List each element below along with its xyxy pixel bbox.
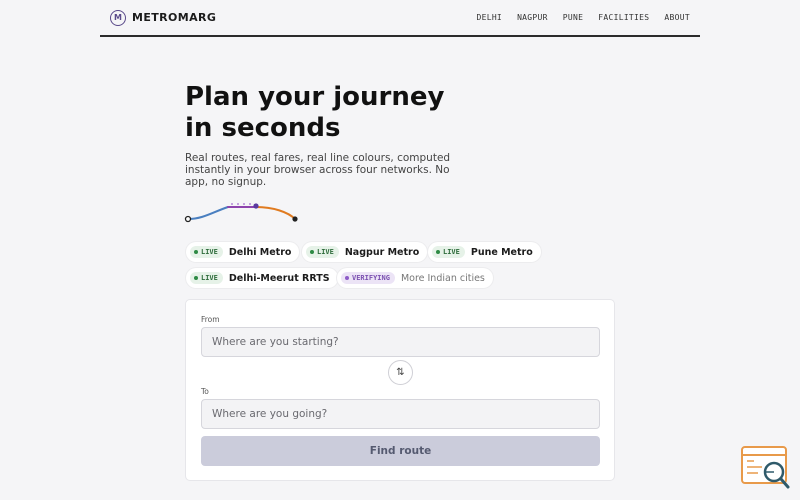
brand-name: METROMARG xyxy=(132,11,217,24)
search-window-icon[interactable] xyxy=(740,445,792,490)
network-chip-more-cities[interactable]: VERIFYING More Indian cities xyxy=(337,268,493,288)
hero-subtitle: Real routes, real fares, real line colou… xyxy=(185,152,451,188)
route-line-illustration xyxy=(184,203,298,223)
from-input[interactable] xyxy=(201,327,600,357)
find-route-button[interactable]: Find route xyxy=(201,436,600,466)
metro-logo-icon: M xyxy=(110,9,126,26)
swap-arrows-icon: ⇅ xyxy=(396,367,405,378)
nav-link-nagpur[interactable]: NAGPUR xyxy=(517,13,548,22)
live-badge: LIVE xyxy=(190,246,223,258)
main-nav: DELHI NAGPUR PUNE FACILITIES ABOUT xyxy=(476,13,690,22)
swap-button[interactable]: ⇅ xyxy=(388,360,413,385)
hero-title-line1: Plan your journey xyxy=(185,82,445,112)
to-label: To xyxy=(201,387,209,396)
nav-link-about[interactable]: ABOUT xyxy=(664,13,690,22)
network-chip-delhi-meerut-rrts[interactable]: LIVE Delhi-Meerut RRTS xyxy=(186,268,338,288)
to-input[interactable] xyxy=(201,399,600,429)
network-chip-nagpur-metro[interactable]: LIVE Nagpur Metro xyxy=(302,242,428,262)
live-badge: LIVE xyxy=(432,246,465,258)
network-chip-pune-metro[interactable]: LIVE Pune Metro xyxy=(428,242,541,262)
network-name: Delhi Metro xyxy=(228,246,292,258)
top-navbar: M METROMARG DELHI NAGPUR PUNE FACILITIES… xyxy=(100,0,700,37)
live-badge: LIVE xyxy=(190,272,223,284)
from-label: From xyxy=(201,315,220,324)
network-name: Pune Metro xyxy=(470,246,533,258)
hero-title: Plan your journey in seconds xyxy=(185,82,505,144)
nav-link-facilities[interactable]: FACILITIES xyxy=(598,13,649,22)
live-badge: LIVE xyxy=(306,246,339,258)
verifying-badge: VERIFYING xyxy=(341,272,395,284)
brand[interactable]: M METROMARG xyxy=(110,9,217,26)
network-name: Nagpur Metro xyxy=(344,246,420,258)
nav-link-pune[interactable]: PUNE xyxy=(563,13,583,22)
hero-title-line2: in seconds xyxy=(185,113,341,143)
network-name: Delhi-Meerut RRTS xyxy=(228,272,330,284)
network-name: More Indian cities xyxy=(400,272,485,284)
network-chip-delhi-metro[interactable]: LIVE Delhi Metro xyxy=(186,242,300,262)
nav-link-delhi[interactable]: DELHI xyxy=(476,13,502,22)
route-planner-card: From ⇅ To Find route xyxy=(185,299,615,481)
